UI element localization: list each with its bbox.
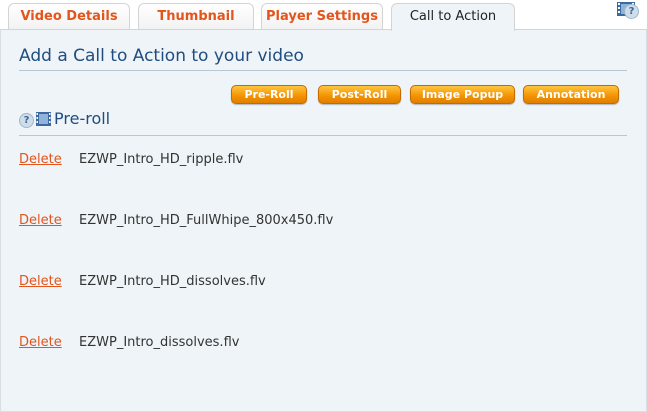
tab-player-settings[interactable]: Player Settings xyxy=(261,3,383,30)
help-icon[interactable]: ? xyxy=(624,4,639,19)
tab-thumbnail[interactable]: Thumbnail xyxy=(138,3,254,30)
file-name: EZWP_Intro_HD_dissolves.flv xyxy=(79,274,266,289)
file-name: EZWP_Intro_dissolves.flv xyxy=(79,335,240,350)
delete-link[interactable]: Delete xyxy=(19,152,62,167)
delete-link[interactable]: Delete xyxy=(19,335,62,350)
help-icon[interactable]: ? xyxy=(19,113,34,128)
image-popup-button[interactable]: Image Popup xyxy=(410,85,515,104)
file-name: EZWP_Intro_HD_ripple.flv xyxy=(79,152,244,167)
delete-link[interactable]: Delete xyxy=(19,274,62,289)
delete-link[interactable]: Delete xyxy=(19,213,62,228)
tab-bar: Video Details Thumbnail Player Settings … xyxy=(0,0,647,31)
tab-call-to-action[interactable]: Call to Action xyxy=(391,3,515,31)
tab-video-details[interactable]: Video Details xyxy=(8,3,130,30)
panel-title: Add a Call to Action to your video xyxy=(19,46,304,66)
preroll-button[interactable]: Pre-Roll xyxy=(231,85,307,104)
file-name: EZWP_Intro_HD_FullWhipe_800x450.flv xyxy=(79,213,334,228)
film-icon xyxy=(36,111,51,130)
section-divider xyxy=(19,135,627,136)
postroll-button[interactable]: Post-Roll xyxy=(318,85,401,104)
section-title: Pre-roll xyxy=(54,109,111,128)
annotation-button[interactable]: Annotation xyxy=(523,85,619,104)
call-to-action-panel: Add a Call to Action to your video Pre-R… xyxy=(0,29,647,412)
title-divider xyxy=(19,70,627,71)
